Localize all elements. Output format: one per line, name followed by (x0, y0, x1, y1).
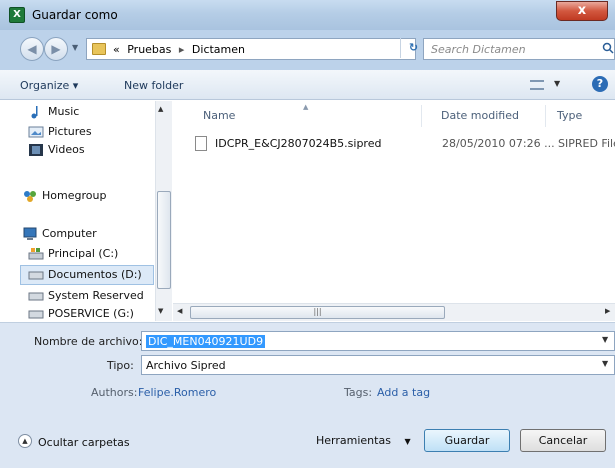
tags-label: Tags: (344, 386, 373, 399)
search-placeholder: Search Dictamen (431, 43, 526, 56)
sidebar-item-system-reserved[interactable]: System Reserved (48, 289, 144, 302)
tools-button[interactable]: Herramientas ▼ (316, 434, 411, 447)
scroll-up-arrow[interactable]: ▲ (158, 105, 163, 113)
back-button[interactable]: ◀ (20, 37, 44, 61)
computer-icon (23, 227, 37, 240)
scroll-left-arrow[interactable]: ◀ (177, 307, 182, 315)
sidebar-item-drive-d[interactable]: Documentos (D:) (48, 268, 142, 281)
sidebar-item-drive-c[interactable]: Principal (C:) (48, 247, 118, 260)
view-options-icon[interactable] (530, 80, 544, 90)
filename-field[interactable]: DIC_MEN040921UD9 ▼ (141, 331, 615, 351)
scroll-thumb[interactable] (157, 191, 171, 289)
tools-label: Herramientas (316, 434, 391, 447)
search-icon[interactable] (602, 42, 614, 54)
command-bar: Organize ▾ New folder ▼ ? (0, 70, 615, 100)
type-select[interactable]: Archivo Sipred ▼ (141, 355, 615, 375)
organize-button[interactable]: Organize ▾ (20, 79, 78, 92)
excel-app-icon: X (9, 7, 25, 23)
horizontal-scroll-thumb[interactable]: ||| (190, 306, 445, 319)
sidebar-item-poservice[interactable]: POSERVICE (G:) (48, 307, 134, 320)
type-dropdown[interactable]: ▼ (602, 359, 608, 368)
folder-icon (92, 43, 106, 55)
save-button[interactable]: Guardar (424, 429, 510, 452)
file-icon (195, 136, 207, 151)
tools-dropdown-icon: ▼ (404, 437, 411, 446)
filename-dropdown[interactable]: ▼ (602, 335, 608, 344)
tags-value[interactable]: Add a tag (377, 386, 430, 399)
drive-d-icon (28, 271, 44, 280)
sidebar-item-computer[interactable]: Computer (42, 227, 97, 240)
new-folder-button[interactable]: New folder (124, 79, 183, 92)
authors-label: Authors: (91, 386, 138, 399)
search-input[interactable]: Search Dictamen (423, 38, 615, 60)
column-divider[interactable] (421, 105, 422, 127)
cancel-button[interactable]: Cancelar (520, 429, 606, 452)
drive-c-icon (28, 248, 44, 260)
filename-value[interactable]: DIC_MEN040921UD9 (146, 335, 266, 348)
scroll-right-arrow[interactable]: ▶ (605, 307, 610, 315)
forward-button[interactable]: ▶ (44, 37, 68, 61)
column-divider[interactable] (545, 105, 546, 127)
scroll-down-arrow[interactable]: ▼ (158, 307, 163, 315)
column-header-type[interactable]: Type (557, 109, 582, 122)
collapse-arrow-icon[interactable]: ▲ (18, 434, 32, 448)
breadcrumb-overflow[interactable]: « (113, 43, 120, 56)
pictures-icon (28, 126, 44, 138)
drive-icon (28, 310, 44, 319)
help-icon[interactable]: ? (592, 76, 608, 92)
authors-value[interactable]: Felipe.Romero (138, 386, 216, 399)
filename-label: Nombre de archivo: (34, 335, 143, 348)
sidebar-item-videos[interactable]: Videos (48, 143, 85, 156)
window-title: Guardar como (32, 8, 118, 22)
music-note-icon (31, 106, 38, 119)
type-label: Tipo: (107, 359, 134, 372)
column-header-name[interactable]: Name (203, 109, 235, 122)
recent-pages-dropdown[interactable]: ▼ (72, 43, 78, 52)
navigation-pane: Music Pictures Videos Homegroup Computer… (0, 101, 172, 321)
horizontal-scrollbar[interactable]: ◀ ||| ▶ (173, 303, 615, 321)
title-bar: X Guardar como x (0, 0, 615, 30)
homegroup-icon (24, 191, 36, 202)
breadcrumb-item-pruebas[interactable]: Pruebas (127, 43, 171, 56)
hide-folders-button[interactable]: Ocultar carpetas (38, 436, 130, 449)
sidebar-item-homegroup[interactable]: Homegroup (42, 189, 106, 202)
save-form: Nombre de archivo: DIC_MEN040921UD9 ▼ Ti… (0, 322, 615, 468)
breadcrumb-item-dictamen[interactable]: Dictamen (192, 43, 245, 56)
type-value: Archivo Sipred (146, 359, 226, 372)
file-date: 28/05/2010 07:26 ... (442, 137, 555, 150)
view-options-dropdown[interactable]: ▼ (554, 79, 560, 88)
navigation-scrollbar[interactable]: ▲ ▼ (155, 101, 172, 321)
file-row[interactable]: IDCPR_E&CJ2807024B5.sipred 28/05/2010 07… (191, 134, 615, 154)
breadcrumb: « Pruebas ▸ Dictamen (113, 43, 245, 56)
sidebar-item-pictures[interactable]: Pictures (48, 125, 92, 138)
navigation-bar: ◀ ▶ ▼ « Pruebas ▸ Dictamen ▼ ↻ Search Di… (0, 30, 615, 70)
address-bar[interactable]: « Pruebas ▸ Dictamen ▼ (86, 38, 483, 60)
breadcrumb-separator: ▸ (178, 43, 185, 56)
close-button[interactable]: x (556, 1, 608, 21)
file-list: ▲ Name Date modified Type IDCPR_E&CJ2807… (173, 101, 615, 321)
sidebar-item-music[interactable]: Music (48, 105, 79, 118)
drive-icon (28, 292, 44, 301)
videos-icon (29, 144, 43, 156)
column-header-date[interactable]: Date modified (441, 109, 519, 122)
sort-ascending-icon: ▲ (303, 103, 309, 111)
file-type: SIPRED File (558, 137, 615, 150)
file-name: IDCPR_E&CJ2807024B5.sipred (215, 137, 382, 150)
